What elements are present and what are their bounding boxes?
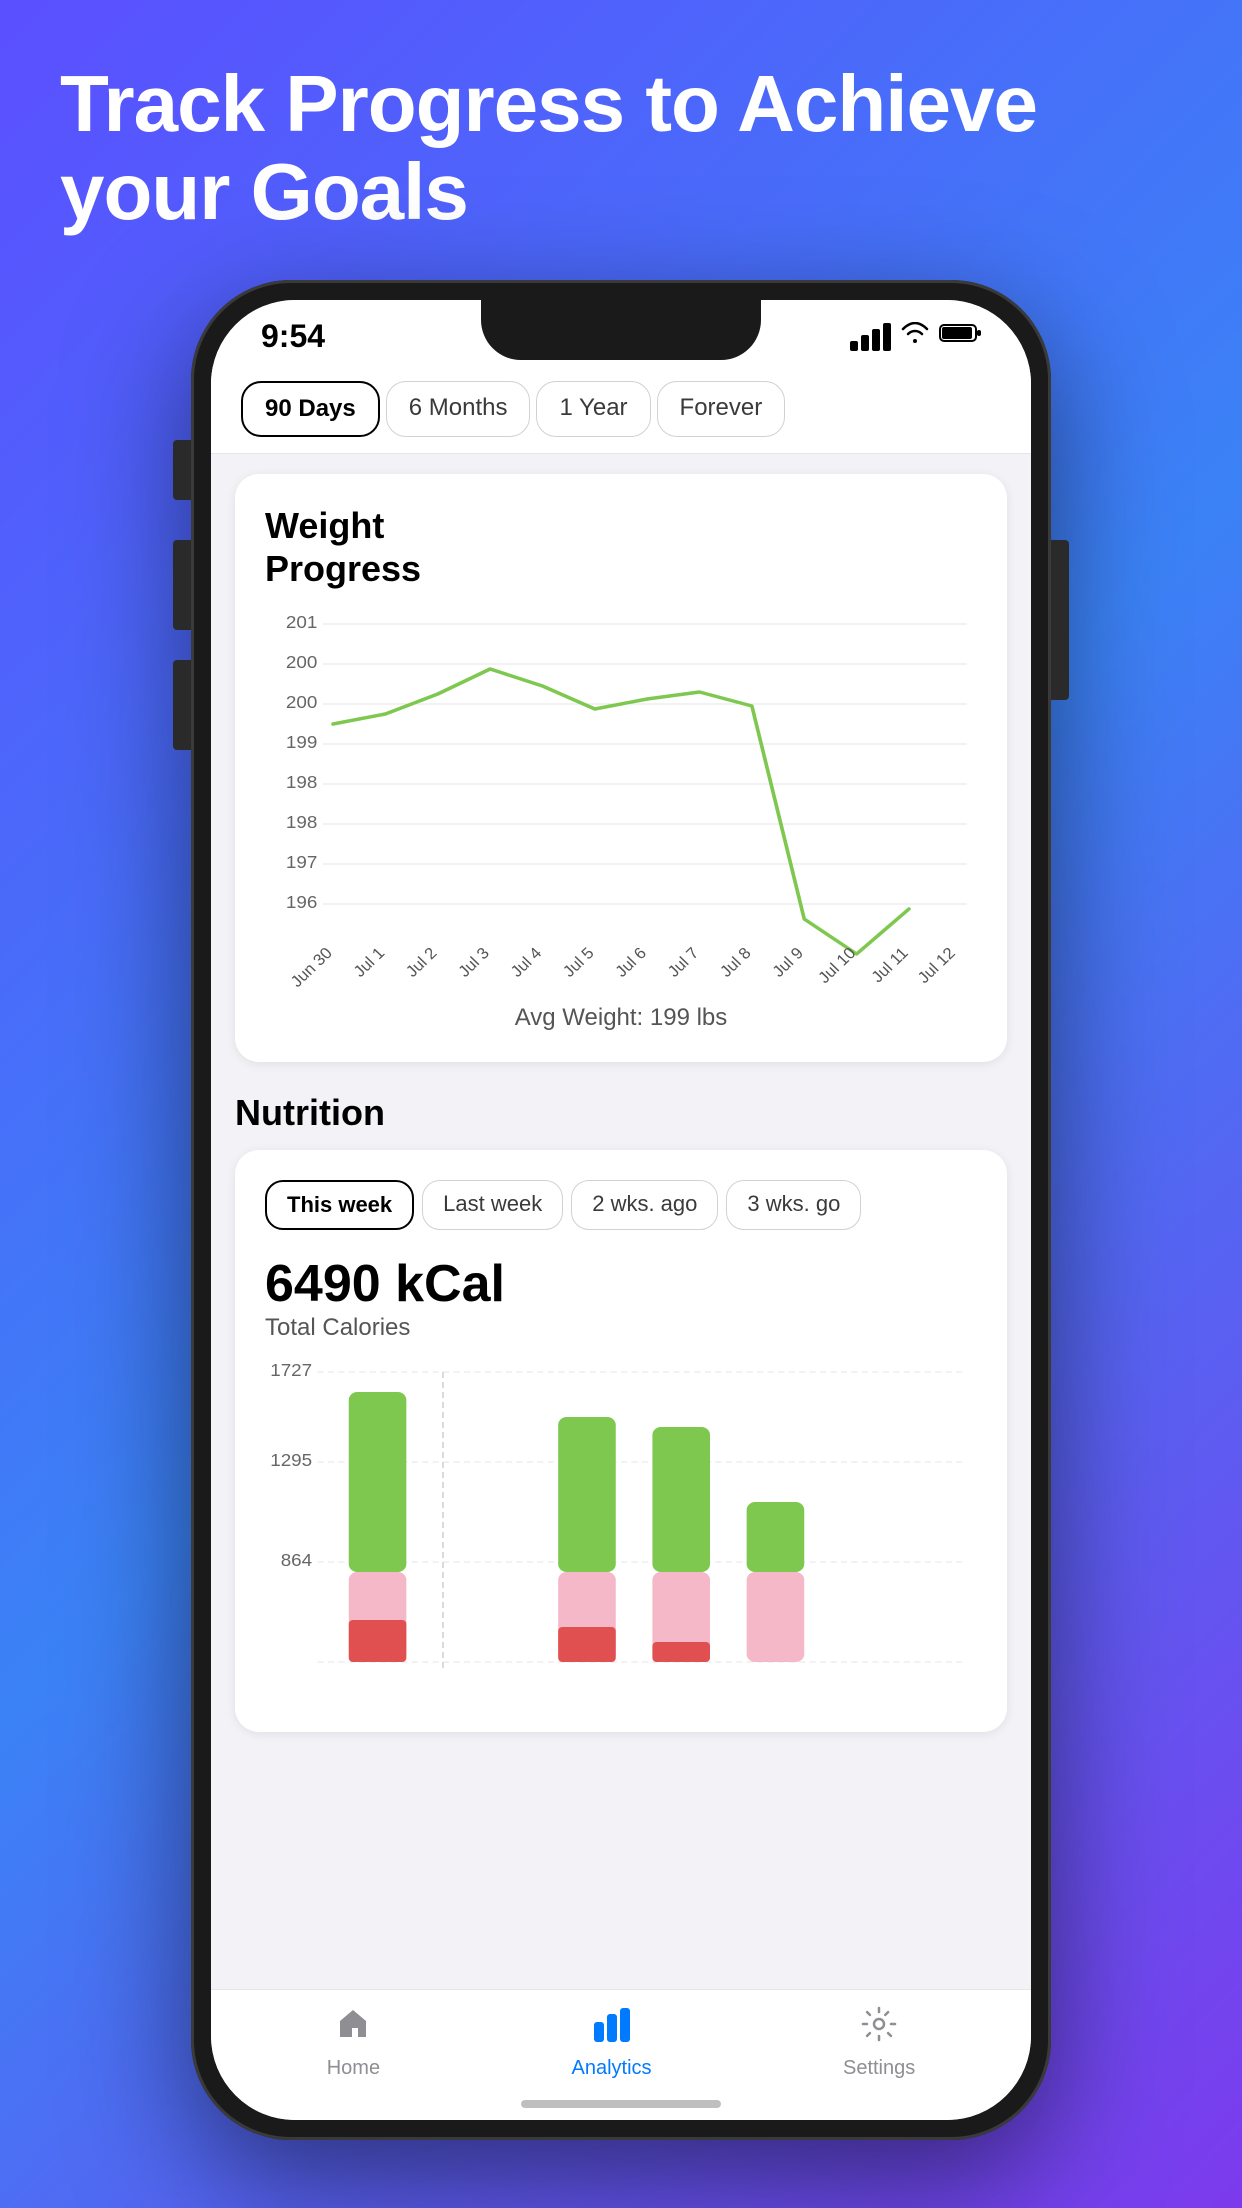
svg-text:Jul 5: Jul 5 (560, 945, 598, 981)
weight-card: WeightProgress (235, 474, 1007, 1062)
svg-text:201: 201 (286, 614, 317, 632)
nav-settings-label: Settings (843, 2057, 915, 2080)
status-time: 9:54 (261, 318, 325, 355)
status-icons (850, 322, 981, 351)
home-icon (335, 2006, 371, 2051)
svg-text:197: 197 (286, 852, 317, 873)
svg-text:198: 198 (286, 772, 317, 793)
svg-text:198: 198 (286, 812, 317, 833)
scroll-area[interactable]: WeightProgress (211, 454, 1031, 2120)
tab-last-week[interactable]: Last week (422, 1180, 563, 1230)
svg-text:1295: 1295 (270, 1450, 312, 1471)
nav-analytics[interactable]: Analytics (572, 2006, 652, 2080)
nav-analytics-label: Analytics (572, 2057, 652, 2080)
svg-text:Jul 8: Jul 8 (717, 945, 755, 981)
tab-1-year[interactable]: 1 Year (536, 381, 650, 437)
tab-3-wks-go[interactable]: 3 wks. go (726, 1180, 861, 1230)
analytics-icon (592, 2006, 632, 2051)
nutrition-bar-chart: 1727 1295 864 (265, 1362, 977, 1702)
nutrition-card: This week Last week 2 wks. ago 3 wks. go… (235, 1150, 1007, 1732)
nutrition-section-title: Nutrition (235, 1092, 1007, 1134)
phone-frame: 9:54 (191, 280, 1051, 2140)
tab-this-week[interactable]: This week (265, 1180, 414, 1230)
weight-chart-title: WeightProgress (265, 504, 977, 590)
svg-text:Jul 3: Jul 3 (455, 945, 493, 981)
svg-text:864: 864 (281, 1550, 312, 1571)
period-tabs: 90 Days 6 Months 1 Year Forever (211, 365, 1031, 454)
svg-text:Jul 12: Jul 12 (914, 945, 959, 988)
volume-up-button (173, 540, 191, 630)
svg-text:200: 200 (286, 692, 317, 713)
hero-title: Track Progress to Achieve your Goals (60, 60, 1182, 236)
nav-home[interactable]: Home (327, 2006, 380, 2080)
notch (481, 300, 761, 360)
phone-container: 9:54 (191, 280, 1051, 2140)
screen-content: 90 Days 6 Months 1 Year Forever WeightPr… (211, 365, 1031, 2120)
svg-text:199: 199 (286, 732, 317, 753)
calories-label: Total Calories (265, 1314, 977, 1342)
volume-down-button (173, 660, 191, 750)
svg-text:Jul 6: Jul 6 (612, 945, 650, 981)
phone-screen: 9:54 (211, 300, 1031, 2120)
signal-icon (850, 323, 891, 351)
nav-home-label: Home (327, 2057, 380, 2080)
svg-text:1727: 1727 (270, 1362, 312, 1380)
svg-text:196: 196 (286, 892, 317, 913)
svg-text:Jul 11: Jul 11 (868, 945, 912, 987)
wifi-icon (901, 322, 929, 351)
tab-forever[interactable]: Forever (657, 381, 786, 437)
svg-text:Jun 30: Jun 30 (287, 945, 336, 991)
battery-icon (939, 322, 981, 351)
power-button (1051, 540, 1069, 700)
settings-icon (861, 2006, 897, 2051)
svg-text:Jul 4: Jul 4 (507, 945, 545, 981)
tab-2-wks-ago[interactable]: 2 wks. ago (571, 1180, 718, 1230)
svg-text:Jul 2: Jul 2 (403, 945, 441, 981)
nav-settings[interactable]: Settings (843, 2006, 915, 2080)
nutrition-chart-svg: 1727 1295 864 (265, 1362, 977, 1702)
silent-button (173, 440, 191, 500)
avg-weight-label: Avg Weight: 199 lbs (265, 1004, 977, 1032)
svg-text:Jul 7: Jul 7 (664, 945, 702, 981)
home-indicator (521, 2100, 721, 2108)
tab-90-days[interactable]: 90 Days (241, 381, 380, 437)
svg-text:Jul 9: Jul 9 (769, 945, 807, 981)
weight-chart-svg: 201 200 200 199 198 198 197 196 (265, 614, 977, 994)
week-tabs: This week Last week 2 wks. ago 3 wks. go (265, 1180, 977, 1230)
calories-value: 6490 kCal (265, 1254, 977, 1314)
tab-6-months[interactable]: 6 Months (386, 381, 531, 437)
svg-text:200: 200 (286, 652, 317, 673)
weight-chart-area: 201 200 200 199 198 198 197 196 (265, 614, 977, 994)
svg-text:Jul 1: Jul 1 (350, 945, 388, 981)
svg-text:Jul 10: Jul 10 (815, 945, 860, 988)
